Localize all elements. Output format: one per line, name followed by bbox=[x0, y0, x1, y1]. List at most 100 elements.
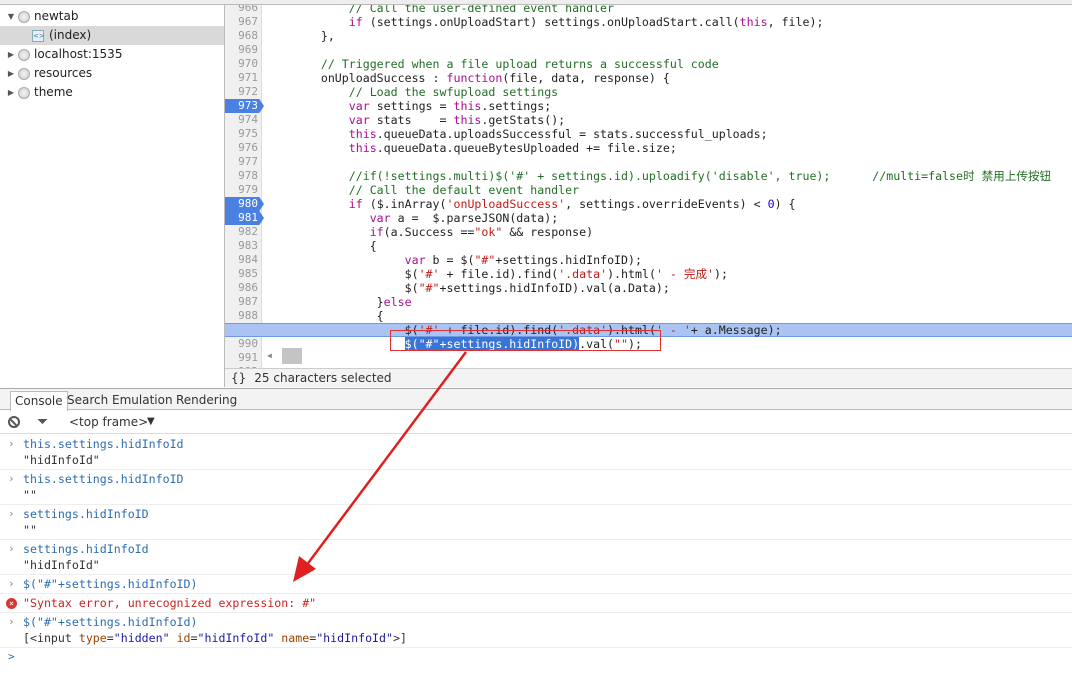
globe-icon bbox=[18, 67, 30, 80]
result-token: "hidInfoId" bbox=[197, 631, 275, 645]
line-number[interactable]: 969 bbox=[225, 43, 262, 57]
expand-down-icon[interactable]: ▼ bbox=[6, 7, 16, 26]
code-token: this bbox=[453, 113, 482, 127]
line-number[interactable]: 975 bbox=[225, 127, 262, 141]
line-number[interactable]: 966 bbox=[225, 5, 262, 15]
code-token: +settings.hidInfoID); bbox=[495, 253, 642, 267]
line-number[interactable]: 972 bbox=[225, 85, 262, 99]
code-line: var settings = this.settings; bbox=[265, 99, 551, 113]
line-number[interactable]: 974 bbox=[225, 113, 262, 127]
console-command: this.settings.hidInfoId bbox=[23, 437, 184, 451]
filter-icon[interactable]: ⏷ bbox=[37, 410, 48, 434]
scrollbar-thumb[interactable] bbox=[282, 348, 302, 364]
console-entry: › $("#"+settings.hidInfoId) [<input type="… bbox=[0, 613, 1072, 648]
line-number-gutter[interactable]: 966 967 968 969 970 971 972 973 974 975 976 977 978 9… bbox=[225, 5, 264, 368]
line-number[interactable]: 971 bbox=[225, 71, 262, 85]
frame-selector[interactable]: <top frame> bbox=[69, 410, 148, 434]
html-file-icon: <> bbox=[32, 29, 45, 42]
tree-item-localhost[interactable]: ▶ localhost:1535 bbox=[0, 45, 224, 64]
line-number[interactable]: 968 bbox=[225, 29, 262, 43]
code-line: this.queueData.queueBytesUploaded += fil… bbox=[265, 141, 677, 155]
input-prompt-icon: › bbox=[8, 615, 15, 628]
line-number[interactable]: 984 bbox=[225, 253, 262, 267]
console-output[interactable]: › this.settings.hidInfoId "hidInfoId" › this… bbox=[0, 435, 1072, 666]
scroll-left-icon[interactable]: ◀ bbox=[267, 351, 272, 360]
line-number[interactable]: 976 bbox=[225, 141, 262, 155]
code-token: "#" bbox=[418, 281, 440, 295]
console-input[interactable]: > bbox=[0, 648, 1072, 666]
line-number[interactable]: 982 bbox=[225, 225, 262, 239]
code-line: var b = $("#"+settings.hidInfoID); bbox=[265, 253, 642, 267]
breakpoint-marker[interactable]: 973 bbox=[225, 99, 264, 113]
code-token: this bbox=[453, 99, 482, 113]
line-number[interactable]: 967 bbox=[225, 15, 262, 29]
tree-item-label: newtab bbox=[34, 9, 79, 23]
line-number[interactable]: 985 bbox=[225, 267, 262, 281]
result-token: "hidInfoId" bbox=[316, 631, 393, 645]
console-result[interactable]: [<input type="hidden" id="hidInfoId" nam… bbox=[23, 630, 1072, 646]
console-command: settings.hidInfoId bbox=[23, 542, 149, 556]
console-result: "" bbox=[23, 488, 37, 502]
tree-item-newtab[interactable]: ▼ newtab bbox=[0, 7, 224, 26]
code-line: this.queueData.uploadsSuccessful = stats… bbox=[265, 127, 768, 141]
pretty-print-icon[interactable]: {} bbox=[231, 371, 246, 385]
expand-right-icon[interactable]: ▶ bbox=[6, 45, 16, 64]
tab-search[interactable]: Search bbox=[63, 391, 112, 411]
tree-item-theme[interactable]: ▶ theme bbox=[0, 83, 224, 102]
horizontal-scrollbar[interactable]: ◀ bbox=[265, 348, 325, 364]
tab-emulation[interactable]: Emulation bbox=[108, 391, 177, 411]
tree-item-label: resources bbox=[34, 66, 93, 80]
line-number[interactable]: 970 bbox=[225, 57, 262, 71]
line-number[interactable]: 991 bbox=[225, 351, 262, 365]
code-token: 'onUploadSuccess' bbox=[446, 197, 566, 211]
expand-right-icon[interactable]: ▶ bbox=[6, 83, 16, 102]
code-line: //if(!settings.multi)$('#' + settings.id… bbox=[265, 169, 1051, 183]
tab-rendering[interactable]: Rendering bbox=[172, 391, 241, 411]
code-token: '.data' bbox=[558, 267, 608, 281]
tree-item-index[interactable]: <> (index) bbox=[0, 26, 224, 45]
breakpoint-marker[interactable]: 981 bbox=[225, 211, 264, 225]
input-prompt-icon: › bbox=[8, 507, 15, 520]
code-token: .settings; bbox=[481, 99, 552, 113]
clear-console-icon[interactable] bbox=[8, 416, 20, 428]
code-token: this bbox=[348, 141, 377, 155]
expand-right-icon[interactable]: ▶ bbox=[6, 64, 16, 83]
line-number[interactable]: 978 bbox=[225, 169, 262, 183]
tab-console[interactable]: Console bbox=[10, 391, 68, 411]
code-token: if bbox=[348, 197, 363, 211]
code-token: a = $.parseJSON(data); bbox=[390, 211, 559, 225]
line-number[interactable]: 983 bbox=[225, 239, 262, 253]
line-number[interactable]: 988 bbox=[225, 309, 262, 323]
chevron-down-icon[interactable]: ▼ bbox=[147, 410, 155, 434]
editor-status-bar: {} 25 characters selected bbox=[225, 368, 1072, 387]
code-token: // Call the default event handler bbox=[348, 183, 580, 197]
line-number[interactable]: 990 bbox=[225, 337, 262, 351]
input-prompt-icon: › bbox=[8, 437, 15, 450]
code-line: // Triggered when a file upload returns … bbox=[265, 57, 719, 71]
code-token: +settings.hidInfoID).val(a.Data); bbox=[439, 281, 670, 295]
tree-item-label: theme bbox=[34, 85, 73, 99]
console-result: "hidInfoId" bbox=[23, 453, 100, 467]
breakpoint-marker[interactable]: 980 bbox=[225, 197, 264, 211]
line-number[interactable]: 987 bbox=[225, 295, 262, 309]
code-token: (a.Success == bbox=[383, 225, 475, 239]
line-number[interactable]: 979 bbox=[225, 183, 262, 197]
result-token: = bbox=[190, 631, 198, 645]
line-number[interactable]: 977 bbox=[225, 155, 262, 169]
code-token: { bbox=[265, 309, 384, 323]
line-number[interactable]: 986 bbox=[225, 281, 262, 295]
tree-item-resources[interactable]: ▶ resources bbox=[0, 64, 224, 83]
code-token: .getStats(); bbox=[481, 113, 566, 127]
code-editor[interactable]: 966 967 968 969 970 971 972 973 974 975 976 977 978 9… bbox=[225, 5, 1072, 368]
console-entry: › $("#"+settings.hidInfoID) bbox=[0, 575, 1072, 594]
globe-icon bbox=[18, 48, 30, 61]
code-line: $('#' + file.id).find('.data').html(' - … bbox=[265, 267, 728, 281]
console-command: settings.hidInfoID bbox=[23, 507, 149, 521]
console-error: × "Syntax error, unrecognized expression:… bbox=[0, 594, 1072, 613]
